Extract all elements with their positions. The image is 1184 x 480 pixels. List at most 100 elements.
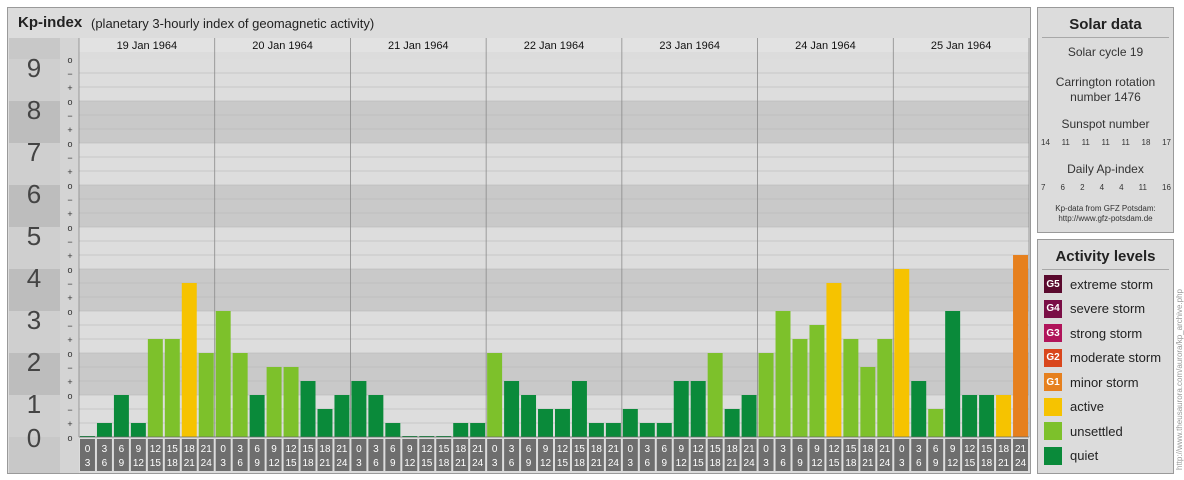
minor-tick-label: + (67, 335, 72, 345)
hour-end-label: 6 (237, 458, 243, 469)
hour-start-label: 0 (492, 444, 498, 455)
y-axis-label: 4 (27, 263, 41, 293)
hour-end-label: 6 (780, 458, 786, 469)
hour-start-label: 3 (509, 444, 515, 455)
hour-start-label: 21 (744, 444, 756, 455)
legend-swatch: G1 (1044, 373, 1062, 391)
kp-bar (130, 423, 146, 437)
kp-bar (588, 423, 604, 437)
y-axis-label: 7 (27, 137, 41, 167)
hour-start-label: 9 (543, 444, 549, 455)
minor-tick-label: − (67, 405, 72, 415)
solar-data-title: Solar data (1069, 16, 1142, 33)
hour-end-label: 3 (356, 458, 362, 469)
hour-end-label: 21 (862, 458, 874, 469)
hour-start-label: 18 (727, 444, 739, 455)
kp-chart: 19 Jan 1964 20 Jan 1964 21 Jan 1964 22 Jan … (9, 38, 1030, 473)
kp-bar (860, 366, 876, 437)
hour-end-label: 12 (133, 458, 145, 469)
kp-index-panel: Kp-index (planetary 3-hourly index of ge… (7, 7, 1031, 474)
kp-bar (487, 353, 503, 437)
legend-swatch (1044, 397, 1062, 416)
kp-bar (300, 381, 316, 437)
hour-start-label: 12 (557, 444, 569, 455)
minor-tick-label: o (67, 307, 72, 317)
hour-start-label: 3 (102, 444, 108, 455)
day-label: 19 Jan 1964 (117, 40, 178, 52)
hour-end-label: 18 (438, 458, 450, 469)
hour-end-label: 21 (591, 458, 603, 469)
plot-band (79, 227, 1029, 269)
day-label: 20 Jan 1964 (252, 40, 313, 52)
legend-label: active (1070, 399, 1104, 414)
hour-end-label: 18 (981, 458, 993, 469)
kp-bar (164, 339, 180, 437)
minor-tick-label: o (67, 139, 72, 149)
minor-tick-label: + (67, 83, 72, 93)
hour-end-label: 3 (492, 458, 498, 469)
hour-end-label: 24 (472, 458, 484, 469)
kp-bar (334, 395, 350, 437)
hour-start-label: 12 (828, 444, 840, 455)
hour-end-label: 6 (645, 458, 651, 469)
legend-label: quiet (1070, 448, 1099, 463)
side-credit[interactable]: http://www.theusaurora.com/aurora/kp_arc… (1175, 289, 1184, 470)
hour-start-label: 9 (271, 444, 277, 455)
hour-end-label: 15 (964, 458, 976, 469)
hour-end-label: 15 (557, 458, 569, 469)
ap-value: 16 (1162, 183, 1171, 192)
hour-end-label: 6 (373, 458, 379, 469)
data-credit-link[interactable]: http://www.gfz-potsdam.de (1038, 214, 1173, 224)
hour-start-label: 3 (780, 444, 786, 455)
ap-index-label: Daily Ap-index (1067, 162, 1144, 176)
hour-start-label: 9 (136, 444, 142, 455)
day-label: 25 Jan 1964 (931, 40, 992, 52)
kp-bar (368, 395, 384, 437)
hour-end-label: 12 (676, 458, 688, 469)
hour-end-label: 9 (119, 458, 125, 469)
hour-start-label: 18 (591, 444, 603, 455)
kp-bar (266, 366, 282, 437)
legend-item: G4 severe storm (1044, 299, 1145, 319)
legend-swatch: G5 (1044, 275, 1062, 293)
hour-end-label: 6 (509, 458, 515, 469)
carrington-rotation-line1: Carrington rotation (1055, 75, 1156, 89)
hour-end-label: 21 (727, 458, 739, 469)
minor-tick-label: + (67, 209, 72, 219)
hour-end-label: 9 (390, 458, 396, 469)
hour-start-label: 12 (285, 444, 297, 455)
carrington-rotation-line2: number 1476 (1070, 90, 1141, 104)
hour-start-label: 18 (998, 444, 1010, 455)
hour-end-label: 12 (404, 458, 416, 469)
y-axis-label: 3 (27, 305, 41, 335)
ap-value: 4 (1119, 183, 1124, 192)
hour-end-label: 9 (526, 458, 532, 469)
minor-tick-label: + (67, 251, 72, 261)
kp-bar (571, 381, 587, 437)
legend-item: G1 minor storm (1044, 372, 1139, 392)
hour-start-label: 3 (237, 444, 243, 455)
minor-tick-label: − (67, 237, 72, 247)
y-axis-label: 0 (27, 423, 41, 453)
minor-tick-label: − (67, 69, 72, 79)
hour-end-label: 21 (319, 458, 331, 469)
minor-tick-label: + (67, 377, 72, 387)
hour-end-label: 15 (421, 458, 433, 469)
legend-item: unsettled (1044, 421, 1123, 441)
kp-bar (113, 395, 129, 437)
minor-tick-label: + (67, 293, 72, 303)
hour-start-label: 6 (661, 444, 667, 455)
y-axis-label: 2 (27, 347, 41, 377)
legend-item: active (1044, 397, 1104, 417)
hour-end-label: 15 (693, 458, 705, 469)
legend-item: quiet (1044, 446, 1098, 466)
hour-end-label: 3 (628, 458, 634, 469)
hour-end-label: 9 (254, 458, 260, 469)
day-label: 22 Jan 1964 (524, 40, 585, 52)
minor-tick-label: − (67, 195, 72, 205)
kp-bar (962, 395, 978, 437)
sunspot-value: 11 (1061, 138, 1070, 147)
kp-bar (249, 395, 265, 437)
minor-tick-label: − (67, 321, 72, 331)
plot-band (79, 143, 1029, 185)
